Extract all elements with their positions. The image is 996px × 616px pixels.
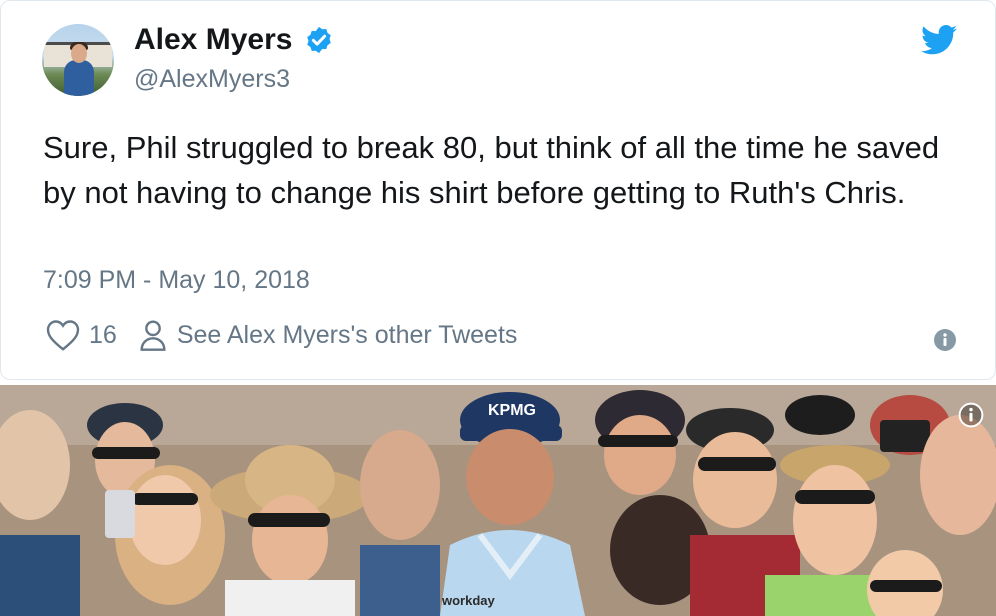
cap-logo-text: KPMG — [488, 402, 536, 419]
shirt-logo-text: workday — [441, 593, 496, 608]
tweet-actions: 16 See Alex Myers's other Tweets — [45, 318, 517, 352]
author-name-row: Alex Myers — [134, 23, 334, 57]
author-name[interactable]: Alex Myers — [134, 23, 292, 57]
photo-info-icon[interactable] — [958, 402, 984, 428]
like-count[interactable]: 16 — [89, 321, 117, 350]
tweet-photo[interactable]: KPMG workday — [0, 385, 996, 616]
embedded-tweet-card: Alex Myers @AlexMyers3 Sure, Phil strugg… — [0, 0, 996, 380]
other-tweets-link[interactable]: See Alex Myers's other Tweets — [177, 321, 518, 350]
author-handle[interactable]: @AlexMyers3 — [134, 65, 290, 94]
person-icon[interactable] — [139, 319, 167, 351]
avatar[interactable] — [42, 24, 114, 96]
heart-icon[interactable] — [45, 318, 81, 352]
tweet-timestamp[interactable]: 7:09 PM - May 10, 2018 — [43, 266, 310, 295]
verified-badge-icon — [307, 26, 332, 54]
twitter-bird-icon[interactable] — [921, 25, 957, 55]
info-icon[interactable] — [933, 328, 957, 352]
crowd-scene: KPMG workday — [0, 385, 996, 616]
tweet-text: Sure, Phil struggled to break 80, but th… — [43, 130, 940, 210]
